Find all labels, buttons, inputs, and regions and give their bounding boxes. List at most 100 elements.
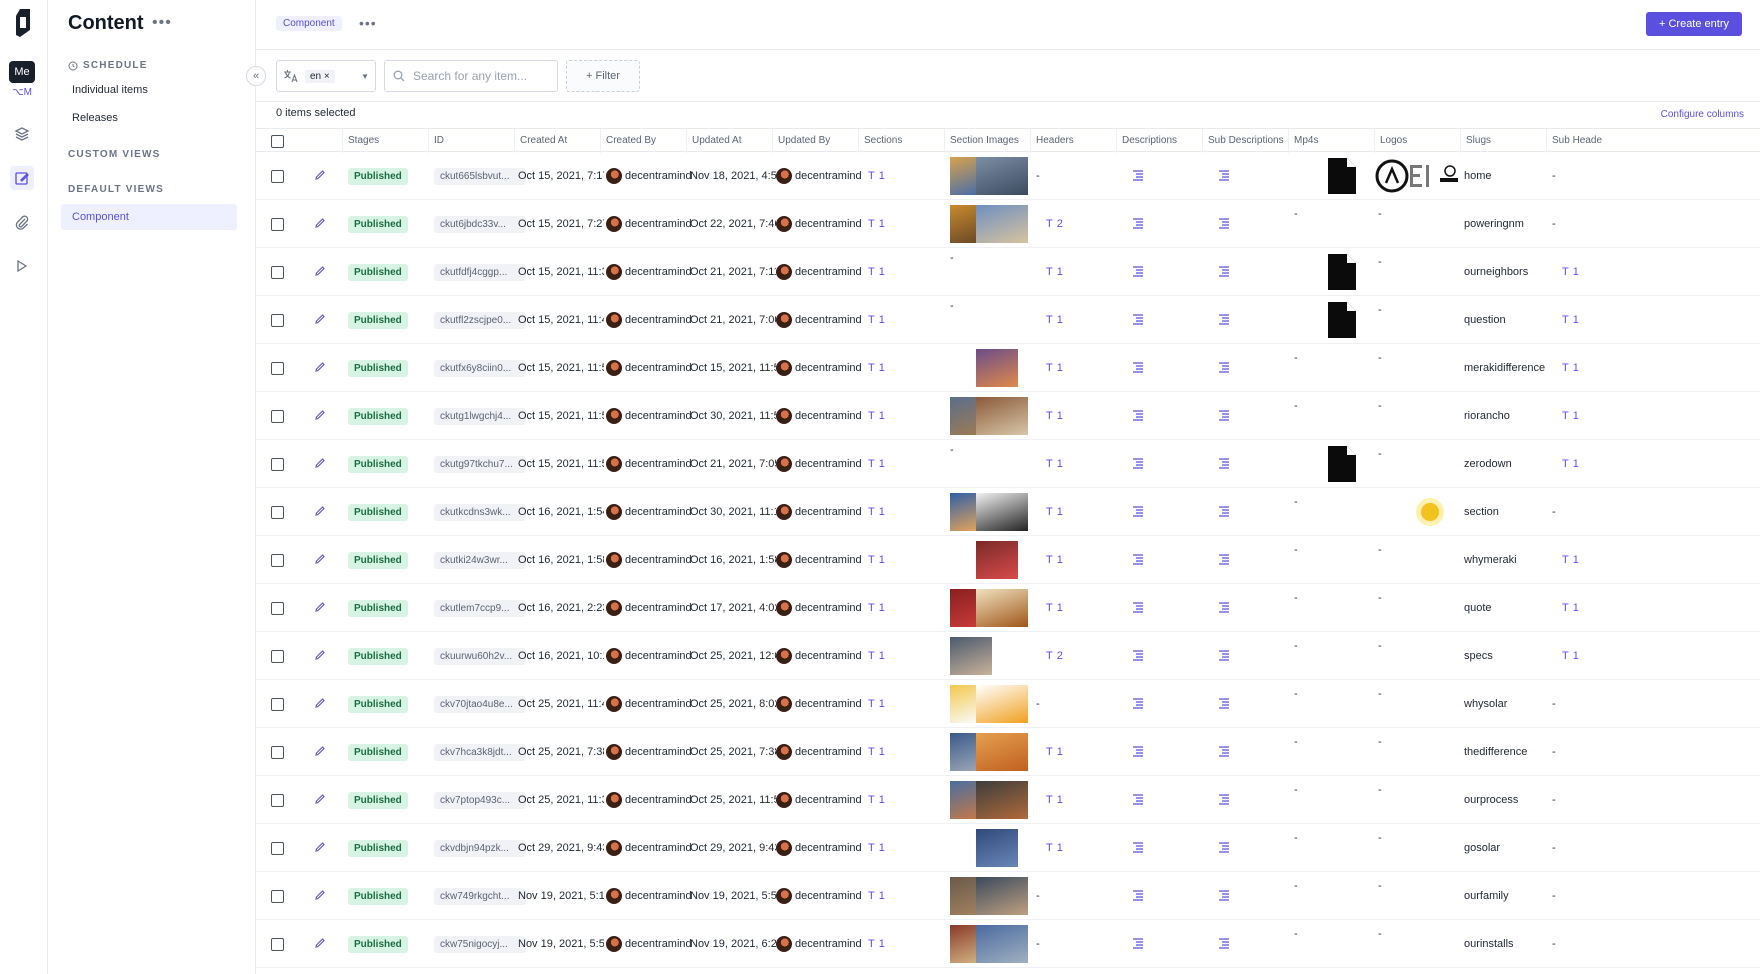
reference-link[interactable]: T1 [1046, 458, 1063, 470]
column-header[interactable]: Created At [514, 129, 600, 153]
reference-link[interactable]: T1 [1562, 266, 1579, 278]
project-avatar[interactable]: Me [9, 61, 35, 83]
entry-id[interactable]: ckuurwu60h2v... [434, 647, 526, 665]
app-logo-icon[interactable] [12, 8, 34, 38]
rich-text-icon[interactable] [1132, 601, 1144, 616]
edit-pencil-icon[interactable] [314, 745, 326, 760]
image-thumbnail[interactable] [976, 685, 1028, 723]
rich-text-icon[interactable] [1132, 697, 1144, 712]
table-row[interactable]: Published ckutlem7ccp9... Oct 16, 2021, 2:… [256, 584, 1760, 632]
reference-link[interactable]: T1 [1046, 410, 1063, 422]
rich-text-icon[interactable] [1218, 217, 1230, 232]
row-checkbox[interactable] [270, 601, 284, 615]
reference-link[interactable]: T1 [868, 554, 885, 566]
image-thumbnails[interactable] [976, 829, 1018, 867]
entry-id[interactable]: ckvdbjn94pzk... [434, 839, 526, 857]
reference-link[interactable]: T1 [868, 890, 885, 902]
image-thumbnail[interactable] [976, 877, 1028, 915]
row-checkbox[interactable] [270, 697, 284, 711]
image-thumbnail[interactable] [976, 829, 1018, 867]
row-checkbox[interactable] [270, 841, 284, 855]
edit-pencil-icon[interactable] [314, 505, 326, 520]
column-header[interactable]: Sub Heade [1546, 129, 1606, 153]
table-row[interactable]: Published ckutki24w3wr... Oct 16, 2021, 1:… [256, 536, 1760, 584]
locale-select[interactable]: en × ▼ [276, 60, 376, 92]
entry-id[interactable]: ckutlem7ccp9... [434, 599, 526, 617]
column-header[interactable]: Mp4s [1288, 129, 1374, 153]
model-tag[interactable]: Component [276, 16, 342, 31]
rich-text-icon[interactable] [1132, 793, 1144, 808]
table-row[interactable]: Published ckv7hca3k8jdt... Oct 25, 2021, 7… [256, 728, 1760, 776]
rich-text-icon[interactable] [1132, 505, 1144, 520]
image-thumbnail[interactable] [950, 493, 976, 531]
reference-link[interactable]: T1 [1046, 314, 1063, 326]
chevron-down-icon[interactable]: ▼ [361, 72, 369, 81]
rich-text-icon[interactable] [1132, 169, 1144, 184]
image-thumbnails[interactable] [950, 397, 1028, 435]
rich-text-icon[interactable] [1218, 457, 1230, 472]
reference-link[interactable]: T1 [868, 266, 885, 278]
column-header[interactable]: Sections [858, 129, 944, 153]
column-header[interactable]: Slugs [1460, 129, 1546, 153]
search-box[interactable] [384, 60, 558, 92]
table-row[interactable]: Published ckutfdfj4cggp... Oct 15, 2021, 1… [256, 248, 1760, 296]
table-row[interactable]: Published ckv7ptop493c... Oct 25, 2021, 11… [256, 776, 1760, 824]
reference-link[interactable]: T1 [868, 506, 885, 518]
image-thumbnail[interactable] [976, 157, 1028, 195]
column-header[interactable]: Headers [1030, 129, 1116, 153]
file-document-icon[interactable] [1325, 300, 1359, 340]
entry-id[interactable]: ckutg1lwgchj4... [434, 407, 526, 425]
table-row[interactable]: Published ckut6jbdc33v... Oct 15, 2021, 7:… [256, 200, 1760, 248]
sidebar-item-individual-items[interactable]: Individual items [72, 84, 148, 96]
sun-logo-icon[interactable] [1374, 489, 1460, 535]
reference-link[interactable]: T1 [868, 218, 885, 230]
reference-link[interactable]: T1 [868, 650, 885, 662]
edit-pencil-icon[interactable] [314, 265, 326, 280]
reference-link[interactable]: T1 [1562, 410, 1579, 422]
row-checkbox[interactable] [270, 265, 284, 279]
image-thumbnails[interactable] [950, 157, 1028, 195]
column-header[interactable]: Created By [600, 129, 686, 153]
edit-pencil-icon[interactable] [314, 457, 326, 472]
row-checkbox[interactable] [270, 313, 284, 327]
reference-link[interactable]: T1 [868, 938, 885, 950]
logo-thumbnails[interactable] [1374, 153, 1460, 199]
image-thumbnails[interactable] [950, 877, 1028, 915]
image-thumbnails[interactable] [950, 493, 1028, 531]
rich-text-icon[interactable] [1218, 841, 1230, 856]
entry-id[interactable]: ckut6jbdc33v... [434, 215, 526, 233]
entry-id[interactable]: ckutfx6y8ciin0... [434, 359, 526, 377]
image-thumbnails[interactable] [950, 205, 1028, 243]
reference-link[interactable]: T1 [1562, 458, 1579, 470]
rich-text-icon[interactable] [1132, 265, 1144, 280]
row-checkbox[interactable] [270, 937, 284, 951]
entry-id[interactable]: ckw75nigocyj... [434, 935, 526, 953]
reference-link[interactable]: T1 [1046, 266, 1063, 278]
row-checkbox[interactable] [270, 409, 284, 423]
rich-text-icon[interactable] [1218, 793, 1230, 808]
image-thumbnail[interactable] [976, 541, 1018, 579]
image-thumbnails[interactable] [976, 541, 1018, 579]
image-thumbnails[interactable] [950, 637, 992, 675]
reference-link[interactable]: T1 [1562, 362, 1579, 374]
search-input[interactable] [413, 69, 543, 83]
reference-link[interactable]: T1 [1046, 842, 1063, 854]
image-thumbnail[interactable] [976, 349, 1018, 387]
table-row[interactable]: Published ckutkcdns3wk... Oct 16, 2021, 1:… [256, 488, 1760, 536]
assets-paperclip-icon[interactable] [12, 212, 32, 232]
row-checkbox[interactable] [270, 553, 284, 567]
create-entry-button[interactable]: + Create entry [1646, 12, 1742, 36]
table-row[interactable]: Published ckuurwu60h2v... Oct 16, 2021, 10… [256, 632, 1760, 680]
rich-text-icon[interactable] [1218, 889, 1230, 904]
rich-text-icon[interactable] [1218, 745, 1230, 760]
rich-text-icon[interactable] [1132, 553, 1144, 568]
edit-pencil-icon[interactable] [314, 889, 326, 904]
entry-id[interactable]: ckv7hca3k8jdt... [434, 743, 526, 761]
reference-link[interactable]: T1 [1562, 314, 1579, 326]
reference-link[interactable]: T1 [868, 458, 885, 470]
rich-text-icon[interactable] [1218, 313, 1230, 328]
entry-id[interactable]: ckutfl2zscjpe0... [434, 311, 526, 329]
reference-link[interactable]: T2 [1046, 218, 1063, 230]
rich-text-icon[interactable] [1218, 649, 1230, 664]
rich-text-icon[interactable] [1218, 265, 1230, 280]
